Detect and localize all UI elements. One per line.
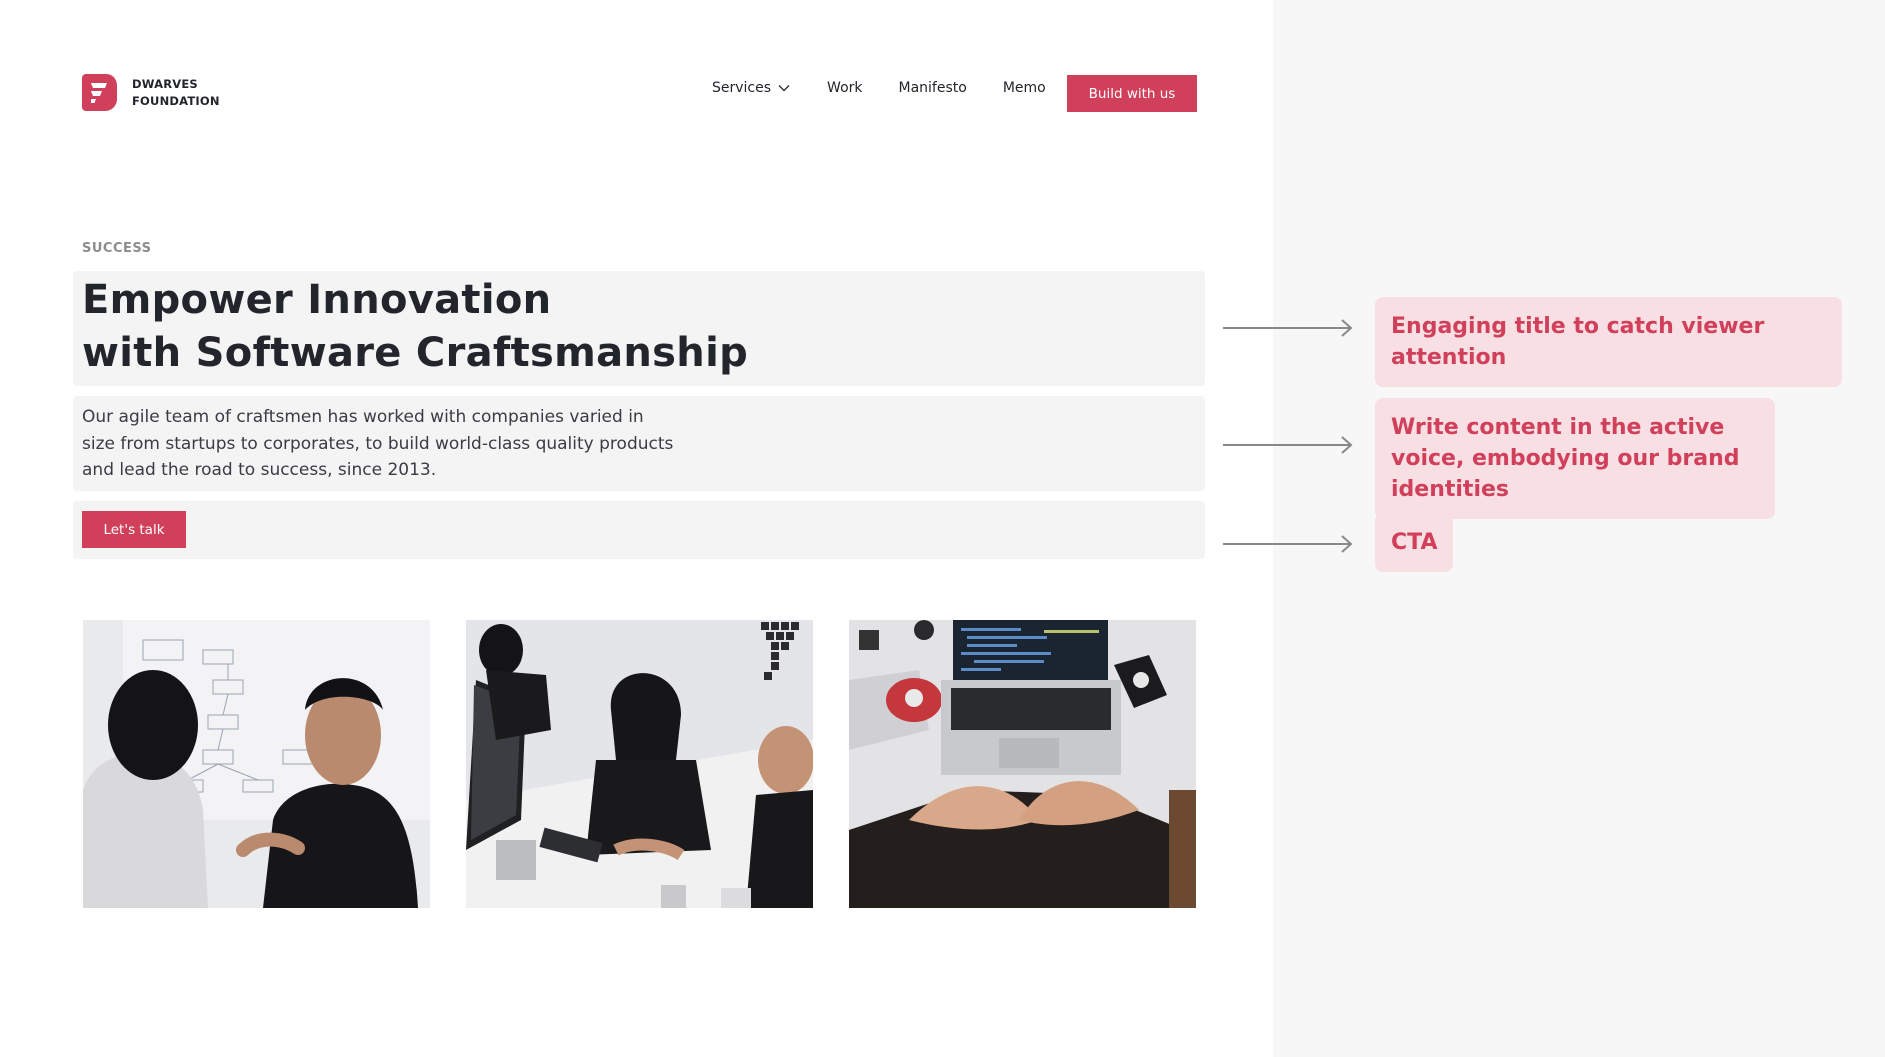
lets-talk-button[interactable]: Let's talk xyxy=(82,511,186,548)
nav-item-work[interactable]: Work xyxy=(827,80,862,96)
laptop-desk-photo xyxy=(849,620,1196,908)
team-office-photo xyxy=(466,620,813,908)
hero-description: Our agile team of craftsmen has worked w… xyxy=(82,407,674,480)
annotation-cta-note: CTA xyxy=(1375,513,1454,572)
dwarves-logo-icon xyxy=(82,74,117,111)
hero-title: Empower Innovation with Software Craftsm… xyxy=(82,274,748,380)
annotation-panel xyxy=(1273,0,1885,1057)
arrow-right-icon xyxy=(1223,436,1353,454)
main-nav: Services Work Manifesto Memo xyxy=(712,80,1046,96)
nav-item-label: Services xyxy=(712,80,772,96)
annotation-title-note: Engaging title to catch viewer attention xyxy=(1375,297,1842,387)
arrow-right-icon xyxy=(1223,535,1353,553)
nav-item-memo[interactable]: Memo xyxy=(1003,80,1046,96)
brand-name: DWARVES FOUNDATION xyxy=(132,76,220,110)
nav-item-label: Work xyxy=(827,80,863,96)
team-whiteboard-photo xyxy=(83,620,430,908)
chevron-down-icon xyxy=(778,85,790,92)
section-eyebrow: SUCCESS xyxy=(82,241,152,256)
brand-name-line1: DWARVES xyxy=(132,76,198,91)
cta-highlight xyxy=(73,501,1205,559)
brand-logo[interactable]: DWARVES FOUNDATION xyxy=(82,74,220,111)
brand-name-line2: FOUNDATION xyxy=(132,93,220,108)
nav-item-manifesto[interactable]: Manifesto xyxy=(899,80,967,96)
annotation-content-note: Write content in the active voice, embod… xyxy=(1375,398,1775,519)
arrow-right-icon xyxy=(1223,319,1353,337)
hero-title-line1: Empower Innovation xyxy=(82,277,552,323)
build-with-us-button[interactable]: Build with us xyxy=(1067,75,1197,112)
nav-item-label: Memo xyxy=(1002,80,1046,96)
hero-title-line2: with Software Craftsmanship xyxy=(82,330,749,376)
nav-item-services[interactable]: Services xyxy=(712,80,790,96)
nav-item-label: Manifesto xyxy=(898,80,967,96)
